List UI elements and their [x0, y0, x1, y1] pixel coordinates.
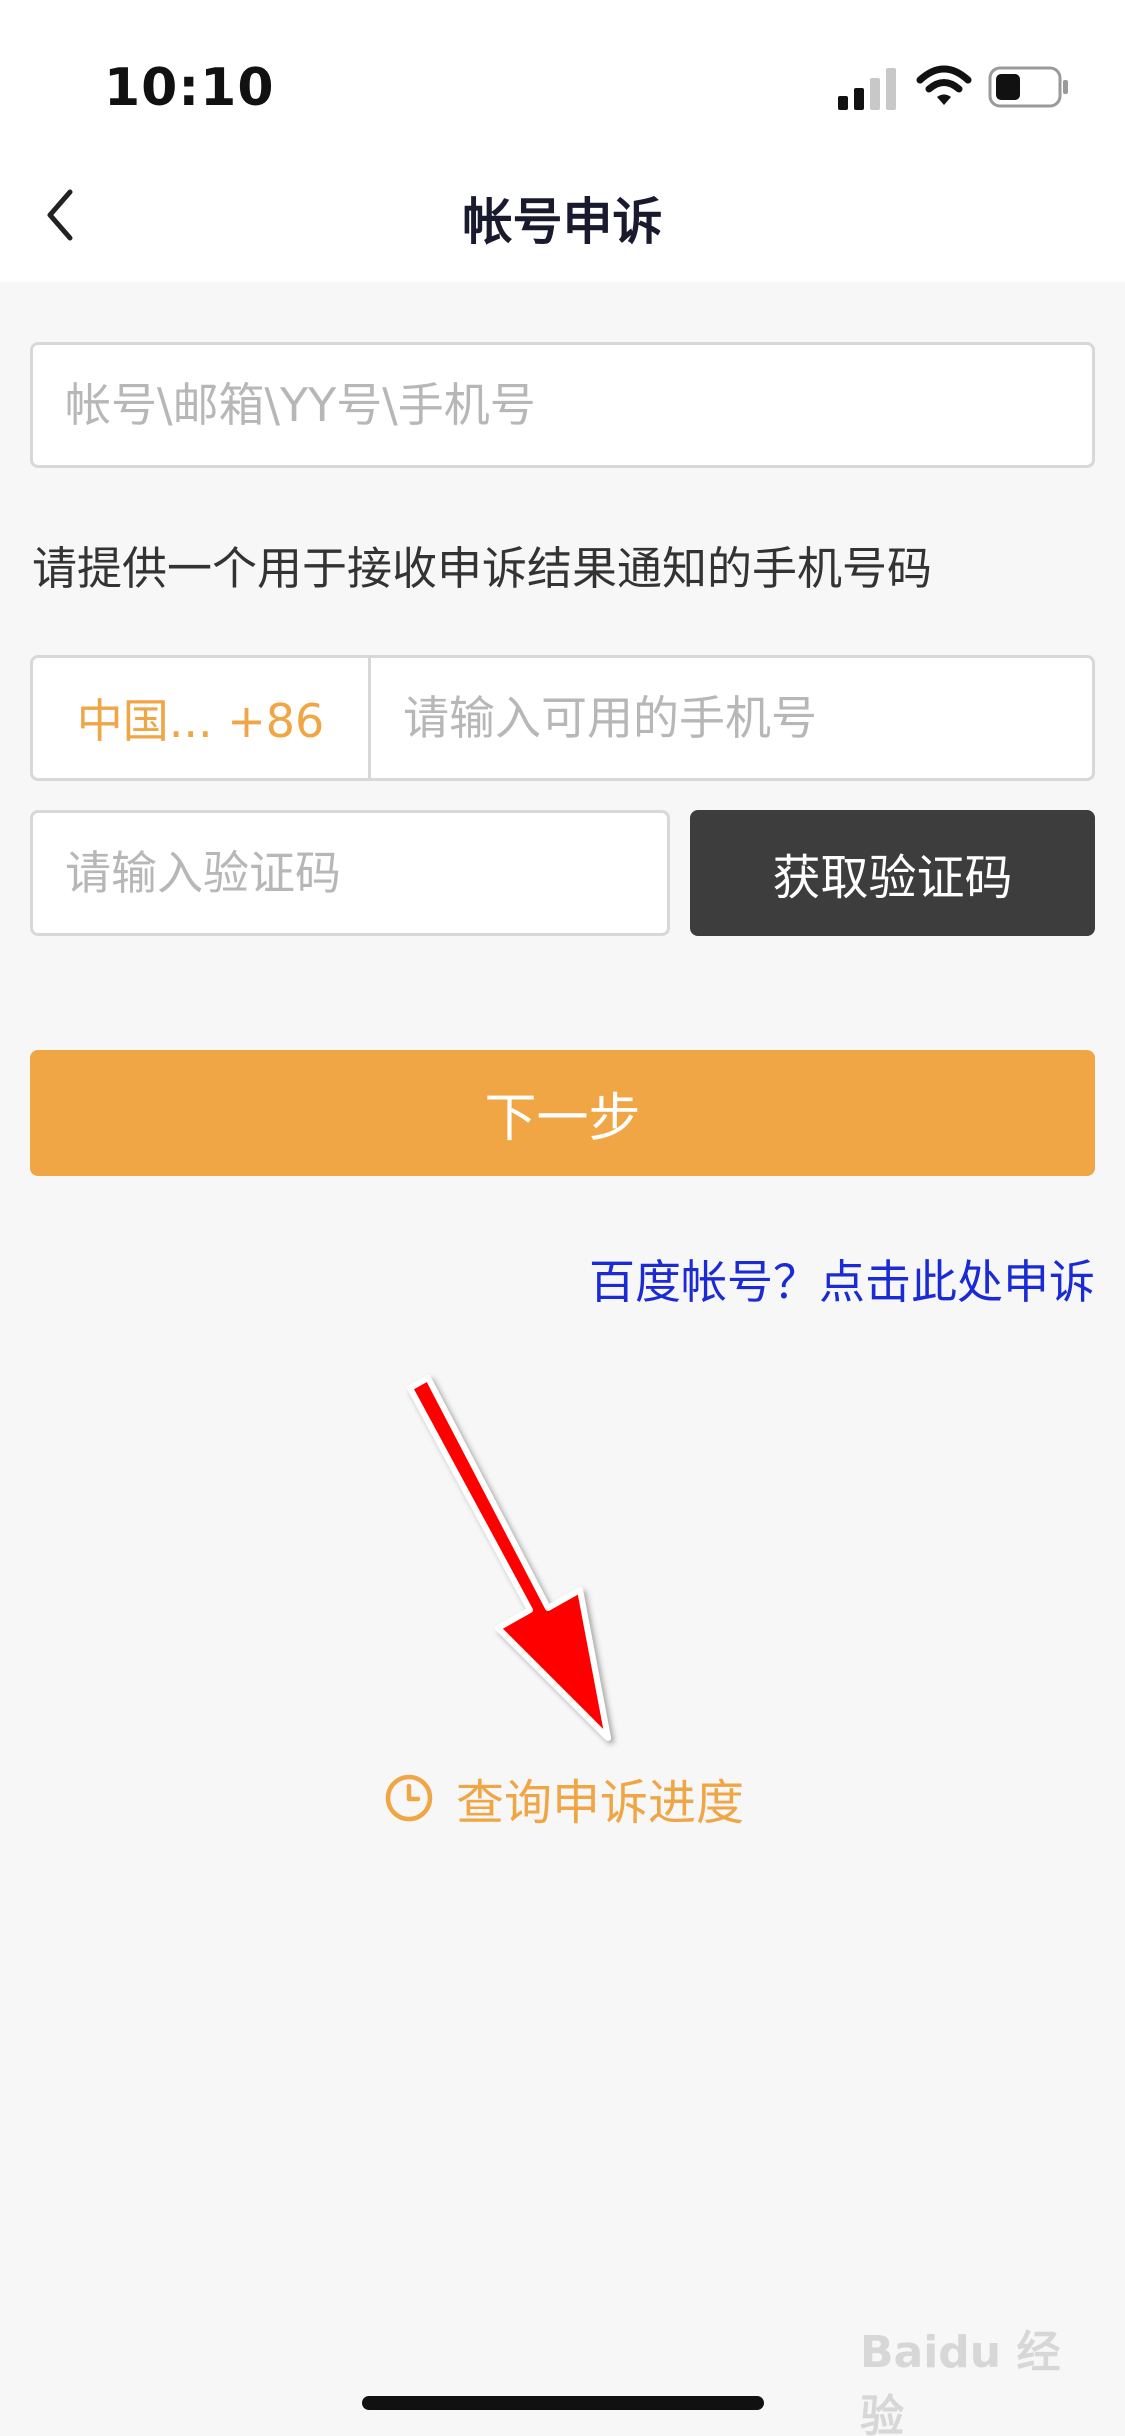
phone-notice-text: 请提供一个用于接收申诉结果通知的手机号码 — [32, 542, 933, 595]
screen: 10:10 帐号申诉 请提供一个用于接收申诉结果通知的手机号码 中国... +8… — [0, 0, 1125, 2436]
verification-code-field[interactable] — [30, 810, 670, 936]
phone-input[interactable] — [371, 658, 1092, 778]
clock-icon — [385, 1774, 433, 1822]
check-progress-label: 查询申诉进度 — [456, 1775, 745, 1831]
next-step-button[interactable]: 下一步 — [30, 1050, 1095, 1176]
header: 10:10 帐号申诉 — [0, 0, 1125, 282]
home-indicator[interactable] — [362, 2396, 764, 2410]
get-code-button[interactable]: 获取验证码 — [690, 810, 1095, 936]
account-field[interactable] — [30, 342, 1095, 468]
country-code-selector[interactable]: 中国... +86 — [33, 658, 371, 778]
battery-icon — [988, 66, 1068, 108]
phone-field[interactable] — [371, 658, 1092, 778]
verification-code-input[interactable] — [33, 813, 667, 933]
check-progress-link[interactable]: 查询申诉进度 — [384, 1766, 745, 1831]
annotation-arrow-icon — [407, 1375, 611, 1741]
cellular-signal-icon — [838, 68, 896, 110]
status-time: 10:10 — [104, 58, 275, 118]
account-input[interactable] — [33, 345, 1092, 465]
wifi-icon — [916, 65, 972, 105]
page-title: 帐号申诉 — [462, 193, 663, 251]
baidu-account-appeal-link[interactable]: 百度帐号？点击此处申诉 — [589, 1246, 1095, 1312]
phone-row: 中国... +86 — [30, 655, 1095, 781]
baidu-watermark: Baidu 经验 — [860, 2327, 1061, 2436]
